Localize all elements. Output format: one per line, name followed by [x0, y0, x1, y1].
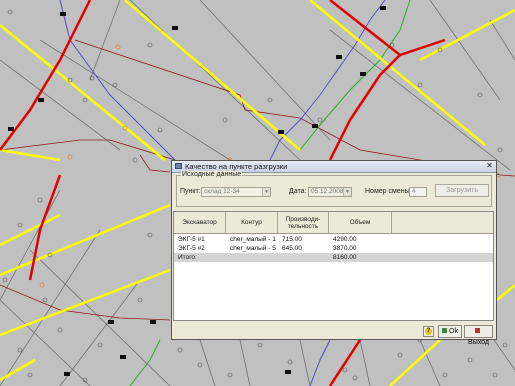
cell-excavator: ЭКГ-5 #2 — [178, 245, 205, 252]
table-body: ЭКГ-5 #1 cher_малый - 1 715.00 4290.00 Э… — [174, 234, 493, 320]
results-table: Экскаватор Контур Производи- тельность О… — [173, 211, 494, 321]
table-row[interactable]: ЭКГ-5 #2 cher_малый - 5 645.00 3870.00 — [174, 244, 493, 253]
shift-number-label: Номер смены: — [365, 188, 412, 195]
table-header: Экскаватор Контур Производи- тельность О… — [174, 212, 493, 234]
column-header-productivity[interactable]: Производи- тельность — [278, 212, 329, 233]
cell-productivity: 715.00 — [282, 236, 302, 243]
source-data-group: Исходные данные Пункт: склад 12-34 ▼ Дат… — [176, 171, 492, 207]
point-label: Пункт: — [180, 188, 201, 195]
window-icon — [175, 163, 182, 169]
column-header-empty — [392, 212, 493, 233]
table-row[interactable]: ЭКГ-5 #1 cher_малый - 1 715.00 4290.00 — [174, 235, 493, 244]
close-button[interactable]: ✕ — [485, 162, 494, 170]
exit-button[interactable]: Выход — [464, 325, 493, 346]
cell-contour: cher_малый - 1 — [230, 236, 276, 243]
cell-excavator: ЭКГ-5 #1 — [178, 236, 205, 243]
cell-volume: 3870.00 — [333, 245, 357, 252]
total-label: Итого: — [178, 254, 197, 261]
date-picker-value: 05.12.2008 — [311, 188, 344, 195]
check-icon — [442, 328, 448, 333]
total-value: 8160.00 — [333, 254, 357, 261]
column-header-contour[interactable]: Контур — [226, 212, 278, 233]
column-header-excavator[interactable]: Экскаватор — [174, 212, 226, 233]
date-picker[interactable]: 05.12.2008 ▼ — [308, 187, 352, 197]
ok-button-label: Ok — [449, 328, 458, 335]
chevron-down-icon: ▼ — [262, 188, 270, 196]
dialog-title: Качество на пункте разгрузки — [185, 162, 288, 171]
cell-contour: cher_малый - 5 — [230, 245, 276, 252]
load-button[interactable]: Загрузить — [435, 184, 489, 197]
help-icon: ? — [425, 328, 432, 335]
column-header-volume[interactable]: Объем — [329, 212, 392, 233]
exit-button-label: Выход — [468, 339, 489, 346]
cell-productivity: 645.00 — [282, 245, 302, 252]
point-select[interactable]: склад 12-34 ▼ — [201, 187, 271, 197]
cell-volume: 4290.00 — [333, 236, 357, 243]
help-button[interactable]: ? — [423, 326, 434, 337]
point-select-value: склад 12-34 — [204, 188, 240, 195]
unload-quality-dialog: Качество на пункте разгрузки ✕ Исходные … — [171, 160, 497, 346]
ok-button[interactable]: Ok — [438, 325, 462, 338]
shift-number-field[interactable]: 4 — [409, 187, 427, 197]
dialog-footer: ? Ok Выход — [172, 324, 496, 346]
chevron-down-icon: ▼ — [343, 188, 351, 196]
source-data-group-title: Исходные данные — [181, 171, 243, 178]
total-row: Итого: 8160.00 — [174, 253, 493, 262]
date-label: Дата: — [289, 188, 307, 195]
exit-icon — [475, 328, 480, 333]
